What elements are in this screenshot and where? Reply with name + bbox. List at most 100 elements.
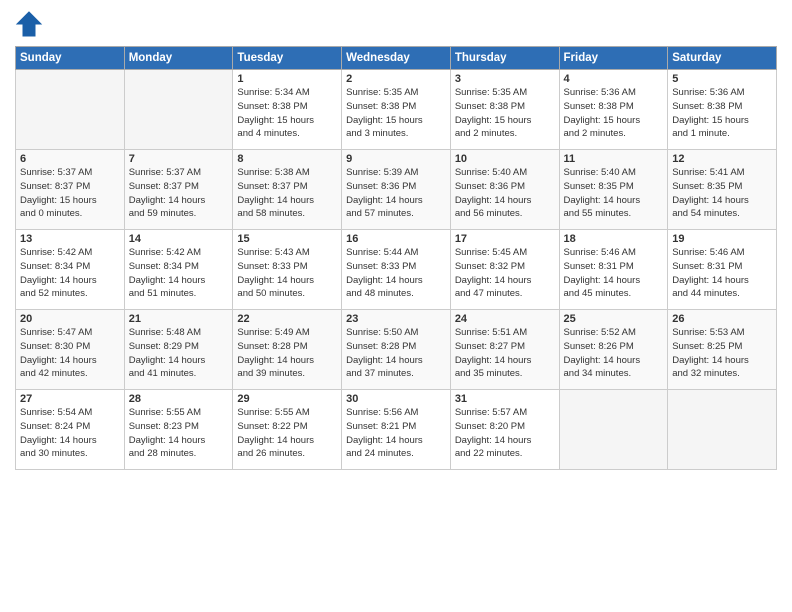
calendar-cell: 28Sunrise: 5:55 AM Sunset: 8:23 PM Dayli…	[124, 390, 233, 470]
day-number: 11	[564, 153, 664, 165]
day-number: 22	[237, 313, 337, 325]
calendar-cell: 30Sunrise: 5:56 AM Sunset: 8:21 PM Dayli…	[342, 390, 451, 470]
weekday-header: Saturday	[668, 47, 777, 70]
calendar-cell	[559, 390, 668, 470]
day-info: Sunrise: 5:40 AM Sunset: 8:35 PM Dayligh…	[564, 166, 664, 221]
day-info: Sunrise: 5:46 AM Sunset: 8:31 PM Dayligh…	[672, 246, 772, 301]
day-number: 18	[564, 233, 664, 245]
calendar-week-row: 13Sunrise: 5:42 AM Sunset: 8:34 PM Dayli…	[16, 230, 777, 310]
weekday-header: Tuesday	[233, 47, 342, 70]
day-info: Sunrise: 5:51 AM Sunset: 8:27 PM Dayligh…	[455, 326, 555, 381]
day-number: 19	[672, 233, 772, 245]
calendar-cell: 2Sunrise: 5:35 AM Sunset: 8:38 PM Daylig…	[342, 70, 451, 150]
day-number: 25	[564, 313, 664, 325]
calendar-week-row: 6Sunrise: 5:37 AM Sunset: 8:37 PM Daylig…	[16, 150, 777, 230]
day-info: Sunrise: 5:54 AM Sunset: 8:24 PM Dayligh…	[20, 406, 120, 461]
calendar-cell	[668, 390, 777, 470]
calendar-cell: 5Sunrise: 5:36 AM Sunset: 8:38 PM Daylig…	[668, 70, 777, 150]
weekday-header: Thursday	[450, 47, 559, 70]
weekday-header: Sunday	[16, 47, 125, 70]
calendar-cell: 3Sunrise: 5:35 AM Sunset: 8:38 PM Daylig…	[450, 70, 559, 150]
day-info: Sunrise: 5:49 AM Sunset: 8:28 PM Dayligh…	[237, 326, 337, 381]
calendar-cell: 8Sunrise: 5:38 AM Sunset: 8:37 PM Daylig…	[233, 150, 342, 230]
calendar-cell: 23Sunrise: 5:50 AM Sunset: 8:28 PM Dayli…	[342, 310, 451, 390]
day-info: Sunrise: 5:34 AM Sunset: 8:38 PM Dayligh…	[237, 86, 337, 141]
calendar-cell: 24Sunrise: 5:51 AM Sunset: 8:27 PM Dayli…	[450, 310, 559, 390]
calendar-cell: 7Sunrise: 5:37 AM Sunset: 8:37 PM Daylig…	[124, 150, 233, 230]
calendar-cell: 1Sunrise: 5:34 AM Sunset: 8:38 PM Daylig…	[233, 70, 342, 150]
day-info: Sunrise: 5:53 AM Sunset: 8:25 PM Dayligh…	[672, 326, 772, 381]
day-info: Sunrise: 5:36 AM Sunset: 8:38 PM Dayligh…	[672, 86, 772, 141]
calendar-cell: 16Sunrise: 5:44 AM Sunset: 8:33 PM Dayli…	[342, 230, 451, 310]
calendar-cell: 21Sunrise: 5:48 AM Sunset: 8:29 PM Dayli…	[124, 310, 233, 390]
day-info: Sunrise: 5:55 AM Sunset: 8:23 PM Dayligh…	[129, 406, 229, 461]
day-number: 20	[20, 313, 120, 325]
calendar-week-row: 1Sunrise: 5:34 AM Sunset: 8:38 PM Daylig…	[16, 70, 777, 150]
day-info: Sunrise: 5:47 AM Sunset: 8:30 PM Dayligh…	[20, 326, 120, 381]
day-number: 9	[346, 153, 446, 165]
day-number: 15	[237, 233, 337, 245]
day-number: 14	[129, 233, 229, 245]
day-info: Sunrise: 5:48 AM Sunset: 8:29 PM Dayligh…	[129, 326, 229, 381]
day-number: 30	[346, 393, 446, 405]
day-number: 2	[346, 73, 446, 85]
calendar-week-row: 27Sunrise: 5:54 AM Sunset: 8:24 PM Dayli…	[16, 390, 777, 470]
calendar-cell: 15Sunrise: 5:43 AM Sunset: 8:33 PM Dayli…	[233, 230, 342, 310]
day-info: Sunrise: 5:41 AM Sunset: 8:35 PM Dayligh…	[672, 166, 772, 221]
day-info: Sunrise: 5:40 AM Sunset: 8:36 PM Dayligh…	[455, 166, 555, 221]
weekday-header: Friday	[559, 47, 668, 70]
day-number: 23	[346, 313, 446, 325]
calendar-cell: 18Sunrise: 5:46 AM Sunset: 8:31 PM Dayli…	[559, 230, 668, 310]
day-info: Sunrise: 5:42 AM Sunset: 8:34 PM Dayligh…	[20, 246, 120, 301]
day-info: Sunrise: 5:45 AM Sunset: 8:32 PM Dayligh…	[455, 246, 555, 301]
calendar-cell	[124, 70, 233, 150]
day-number: 5	[672, 73, 772, 85]
day-number: 1	[237, 73, 337, 85]
calendar-cell: 17Sunrise: 5:45 AM Sunset: 8:32 PM Dayli…	[450, 230, 559, 310]
day-number: 8	[237, 153, 337, 165]
calendar-page: SundayMondayTuesdayWednesdayThursdayFrid…	[0, 0, 792, 612]
day-info: Sunrise: 5:55 AM Sunset: 8:22 PM Dayligh…	[237, 406, 337, 461]
calendar-body: 1Sunrise: 5:34 AM Sunset: 8:38 PM Daylig…	[16, 70, 777, 470]
weekday-header: Wednesday	[342, 47, 451, 70]
calendar-cell: 29Sunrise: 5:55 AM Sunset: 8:22 PM Dayli…	[233, 390, 342, 470]
calendar-cell: 11Sunrise: 5:40 AM Sunset: 8:35 PM Dayli…	[559, 150, 668, 230]
calendar-cell: 13Sunrise: 5:42 AM Sunset: 8:34 PM Dayli…	[16, 230, 125, 310]
day-number: 28	[129, 393, 229, 405]
calendar-cell: 27Sunrise: 5:54 AM Sunset: 8:24 PM Dayli…	[16, 390, 125, 470]
day-info: Sunrise: 5:46 AM Sunset: 8:31 PM Dayligh…	[564, 246, 664, 301]
header-row: SundayMondayTuesdayWednesdayThursdayFrid…	[16, 47, 777, 70]
day-number: 24	[455, 313, 555, 325]
day-info: Sunrise: 5:43 AM Sunset: 8:33 PM Dayligh…	[237, 246, 337, 301]
day-number: 27	[20, 393, 120, 405]
calendar-cell: 4Sunrise: 5:36 AM Sunset: 8:38 PM Daylig…	[559, 70, 668, 150]
day-number: 26	[672, 313, 772, 325]
day-number: 7	[129, 153, 229, 165]
day-number: 12	[672, 153, 772, 165]
logo	[15, 10, 47, 38]
calendar-cell: 9Sunrise: 5:39 AM Sunset: 8:36 PM Daylig…	[342, 150, 451, 230]
day-info: Sunrise: 5:37 AM Sunset: 8:37 PM Dayligh…	[129, 166, 229, 221]
day-number: 16	[346, 233, 446, 245]
day-number: 4	[564, 73, 664, 85]
day-info: Sunrise: 5:56 AM Sunset: 8:21 PM Dayligh…	[346, 406, 446, 461]
calendar-cell: 10Sunrise: 5:40 AM Sunset: 8:36 PM Dayli…	[450, 150, 559, 230]
day-number: 31	[455, 393, 555, 405]
calendar-cell: 25Sunrise: 5:52 AM Sunset: 8:26 PM Dayli…	[559, 310, 668, 390]
logo-icon	[15, 10, 43, 38]
calendar-cell: 20Sunrise: 5:47 AM Sunset: 8:30 PM Dayli…	[16, 310, 125, 390]
day-info: Sunrise: 5:39 AM Sunset: 8:36 PM Dayligh…	[346, 166, 446, 221]
day-info: Sunrise: 5:44 AM Sunset: 8:33 PM Dayligh…	[346, 246, 446, 301]
calendar-cell: 14Sunrise: 5:42 AM Sunset: 8:34 PM Dayli…	[124, 230, 233, 310]
day-info: Sunrise: 5:50 AM Sunset: 8:28 PM Dayligh…	[346, 326, 446, 381]
day-info: Sunrise: 5:38 AM Sunset: 8:37 PM Dayligh…	[237, 166, 337, 221]
calendar-table: SundayMondayTuesdayWednesdayThursdayFrid…	[15, 46, 777, 470]
calendar-cell: 26Sunrise: 5:53 AM Sunset: 8:25 PM Dayli…	[668, 310, 777, 390]
page-header	[15, 10, 777, 38]
day-number: 21	[129, 313, 229, 325]
calendar-cell: 19Sunrise: 5:46 AM Sunset: 8:31 PM Dayli…	[668, 230, 777, 310]
day-info: Sunrise: 5:42 AM Sunset: 8:34 PM Dayligh…	[129, 246, 229, 301]
day-number: 3	[455, 73, 555, 85]
day-number: 29	[237, 393, 337, 405]
day-number: 10	[455, 153, 555, 165]
